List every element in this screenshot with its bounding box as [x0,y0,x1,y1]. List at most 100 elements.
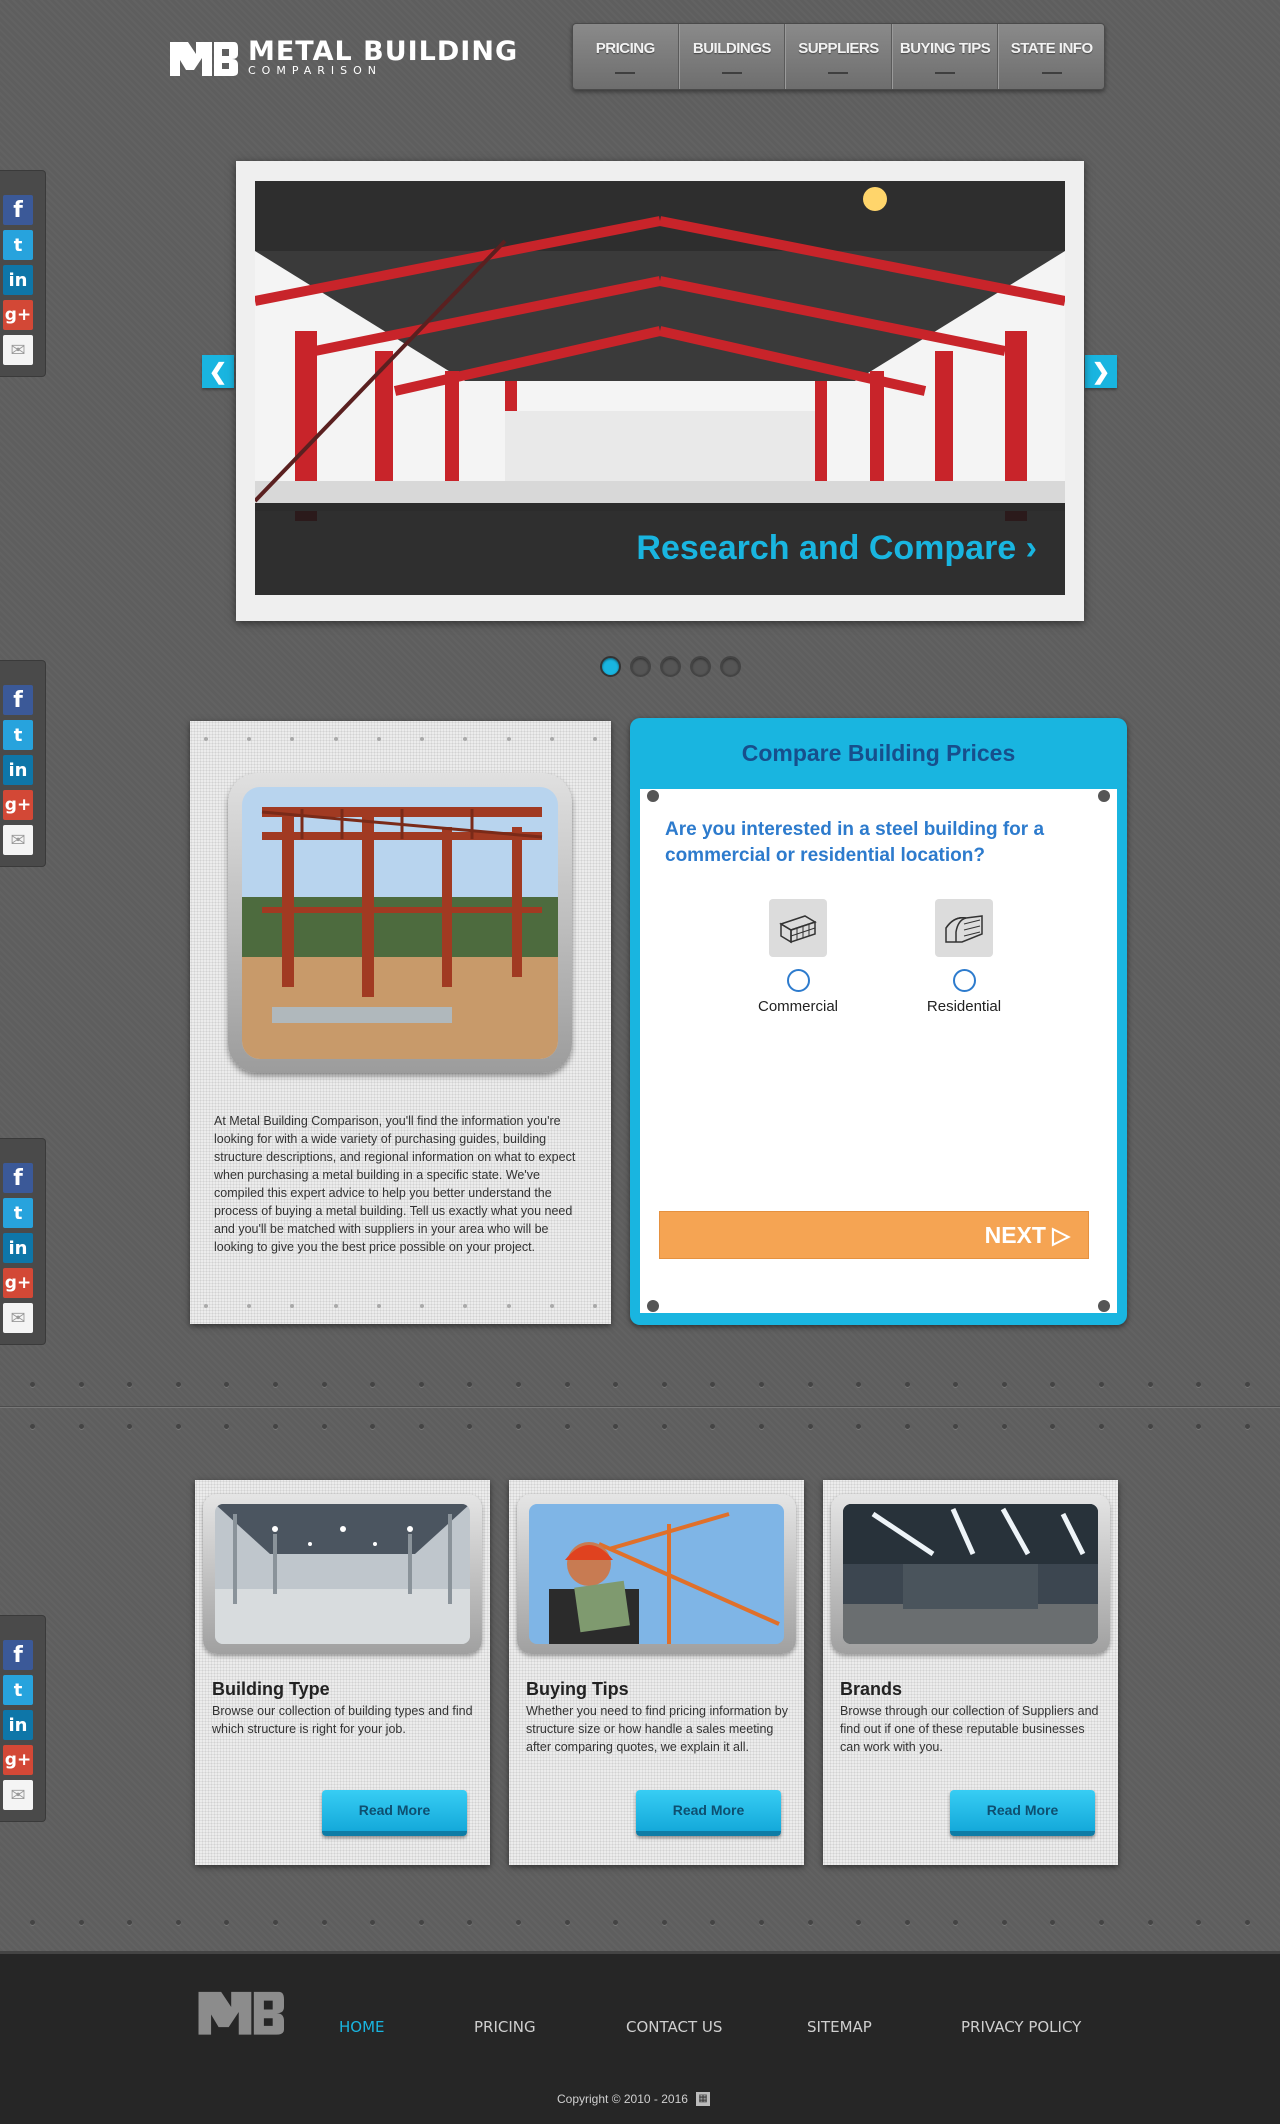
twitter-icon[interactable]: t [3,720,33,750]
social-share-bar: f t in g+ ✉ [0,1615,46,1822]
sitemap-badge-icon[interactable]: ▦ [695,2092,710,2106]
residential-label: Residential [926,998,1002,1015]
screw-icon [647,1300,659,1312]
facebook-icon[interactable]: f [3,1640,33,1670]
twitter-icon[interactable]: t [3,230,33,260]
slider-dot[interactable] [630,656,651,677]
read-more-button[interactable]: Read More [322,1790,467,1836]
card-photo-frame [517,1494,796,1654]
option-residential[interactable]: Residential [899,899,1029,1015]
email-icon[interactable]: ✉ [3,335,33,365]
next-button[interactable]: NEXT ▷ [659,1211,1089,1259]
slider-dot[interactable] [720,656,741,677]
main-nav: PRICING BUILDINGS SUPPLIERS BUYING TIPS … [572,23,1105,90]
card-photo-frame [831,1494,1110,1654]
read-more-button[interactable]: Read More [636,1790,781,1836]
commercial-radio[interactable] [786,969,810,992]
compare-prices-panel: Compare Building Prices Are you interest… [630,718,1127,1325]
intro-panel: At Metal Building Comparison, you'll fin… [190,721,611,1324]
commercial-label: Commercial [757,998,838,1015]
footer-nav-privacy-policy[interactable]: PRIVACY POLICY [961,2018,1081,2036]
slider-dots [600,656,741,677]
slider-prev-button[interactable]: ❮ [202,355,234,388]
worker-crane-image [529,1504,784,1644]
nav-buying-tips[interactable]: BUYING TIPS [891,24,999,89]
social-share-bar: f t in g+ ✉ [0,660,46,867]
site-footer: HOME PRICING CONTACT US SITEMAP PRIVACY … [0,1951,1280,2124]
facebook-icon[interactable]: f [3,1163,33,1193]
compare-title: Compare Building Prices [741,740,1016,766]
rivet-strip [30,1920,1250,1925]
linkedin-icon[interactable]: in [3,265,33,295]
nav-suppliers[interactable]: SUPPLIERS [785,24,892,89]
googleplus-icon[interactable]: g+ [3,300,33,330]
rivet-strip [30,1382,1250,1387]
footer-logo-icon[interactable] [196,1984,284,2045]
slide-caption: Research and Compare › [255,503,1065,595]
steel-frame-image [242,787,558,1059]
social-share-bar: f t in g+ ✉ [0,1138,46,1345]
googleplus-icon[interactable]: g+ [3,1268,33,1298]
screw-icon [647,790,659,802]
hero-slide: Research and Compare › [255,181,1065,595]
card-brands: Brands Browse through our collection of … [823,1480,1118,1865]
slider-dot[interactable] [690,656,711,677]
twitter-icon[interactable]: t [3,1198,33,1228]
twitter-icon[interactable]: t [3,1675,33,1705]
intro-text: At Metal Building Comparison, you'll fin… [214,1114,576,1254]
card-title: Brands [840,1679,903,1699]
slider-dot[interactable] [600,656,621,677]
social-share-bar: f t in g+ ✉ [0,170,46,377]
linkedin-icon[interactable]: in [3,1233,33,1263]
linkedin-icon[interactable]: in [3,755,33,785]
empty-warehouse-image [843,1504,1098,1644]
card-building-type: Building Type Browse our collection of b… [195,1480,490,1865]
card-photo-frame [203,1494,482,1654]
warehouse-interior-image [215,1504,470,1644]
rivet-strip [30,1424,1250,1429]
footer-nav-home[interactable]: HOME [339,2018,385,2036]
linkedin-icon[interactable]: in [3,1710,33,1740]
googleplus-icon[interactable]: g+ [3,790,33,820]
email-icon[interactable]: ✉ [3,1303,33,1333]
screw-icon [1098,1300,1110,1312]
copyright: Copyright © 2010 - 2016 ▦ [557,2092,710,2106]
option-commercial[interactable]: Commercial [733,899,863,1015]
read-more-button[interactable]: Read More [950,1790,1095,1836]
logo-mark-icon [168,36,238,80]
compare-form: Are you interested in a steel building f… [640,789,1117,1313]
intro-photo-frame [228,773,572,1073]
site-logo[interactable]: METAL BUILDING COMPARISON [168,36,518,80]
nav-state-info[interactable]: STATE INFO [998,24,1104,89]
residential-radio[interactable] [952,969,976,992]
facebook-icon[interactable]: f [3,195,33,225]
card-title: Building Type [212,1679,330,1699]
footer-nav-pricing[interactable]: PRICING [474,2018,536,2036]
googleplus-icon[interactable]: g+ [3,1745,33,1775]
section-divider [0,1406,1280,1408]
card-text: Browse through our collection of Supplie… [840,1704,1099,1754]
footer-nav-sitemap[interactable]: SITEMAP [807,2018,872,2036]
card-text: Whether you need to find pricing informa… [526,1704,788,1754]
footer-nav-contact-us[interactable]: CONTACT US [626,2018,722,2036]
card-text: Browse our collection of building types … [212,1704,473,1736]
nav-buildings[interactable]: BUILDINGS [678,24,786,89]
research-compare-link[interactable]: Research and Compare › [636,529,1037,568]
compare-question: Are you interested in a steel building f… [665,819,1045,866]
card-buying-tips: Buying Tips Whether you need to find pri… [509,1480,804,1865]
email-icon[interactable]: ✉ [3,1780,33,1810]
email-icon[interactable]: ✉ [3,825,33,855]
slider-next-button[interactable]: ❯ [1085,355,1117,388]
rivet-row [204,1304,597,1308]
residential-building-icon [935,899,993,957]
facebook-icon[interactable]: f [3,685,33,715]
slider-dot[interactable] [660,656,681,677]
card-title: Buying Tips [526,1679,629,1699]
screw-icon [1098,790,1110,802]
rivet-row [204,737,597,741]
hero-slider: Research and Compare › [236,161,1084,621]
copyright-text: Copyright © 2010 - 2016 [557,2092,688,2106]
nav-pricing[interactable]: PRICING [573,24,679,89]
commercial-building-icon [769,899,827,957]
logo-title: METAL BUILDING [248,36,519,67]
